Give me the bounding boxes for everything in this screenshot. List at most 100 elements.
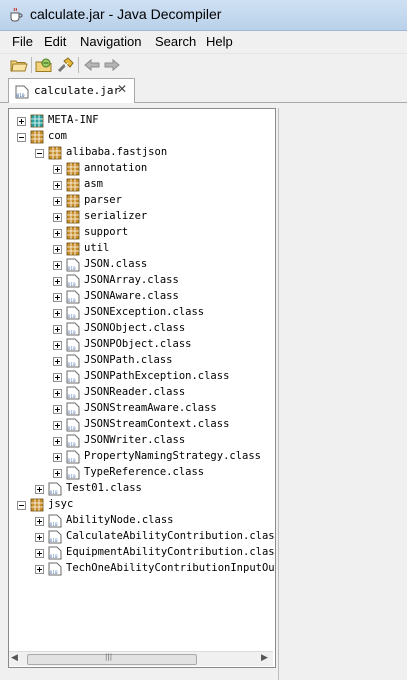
class-tree-item[interactable]: 010 JSONArray.class xyxy=(9,273,275,289)
expand-icon[interactable] xyxy=(35,517,44,526)
class-file-icon: 010 xyxy=(66,418,80,432)
expand-icon[interactable] xyxy=(53,213,62,222)
expand-icon[interactable] xyxy=(35,565,44,574)
expand-icon[interactable] xyxy=(35,549,44,558)
class-tree-item[interactable]: 010 JSONException.class xyxy=(9,305,275,321)
menu-edit[interactable]: Edit xyxy=(44,34,66,49)
back-arrow-icon[interactable] xyxy=(83,57,101,73)
package-icon xyxy=(48,146,62,160)
class-tree-item[interactable]: 010 PropertyNamingStrategy.class xyxy=(9,449,275,465)
package-tree-item[interactable]: com xyxy=(9,129,275,145)
class-tree-item[interactable]: 010 JSONPObject.class xyxy=(9,337,275,353)
expand-icon[interactable] xyxy=(53,357,62,366)
package-tree-item[interactable]: support xyxy=(9,225,275,241)
package-tree-item[interactable]: annotation xyxy=(9,161,275,177)
class-tree-item[interactable]: 010 JSONPath.class xyxy=(9,353,275,369)
tree-item-label: META-INF xyxy=(48,114,99,126)
class-tree-item[interactable]: 010 JSONReader.class xyxy=(9,385,275,401)
package-tree-item[interactable]: META-INF xyxy=(9,113,275,129)
search-flashlight-icon[interactable] xyxy=(56,57,74,73)
class-tree-item[interactable]: 010 JSONStreamContext.class xyxy=(9,417,275,433)
expand-icon[interactable] xyxy=(53,405,62,414)
class-tree-item[interactable]: 010 JSONWriter.class xyxy=(9,433,275,449)
menu-help[interactable]: Help xyxy=(206,34,233,49)
expand-icon[interactable] xyxy=(53,437,62,446)
class-file-icon: 010 xyxy=(66,434,80,448)
package-tree-item[interactable]: alibaba.fastjson xyxy=(9,145,275,161)
close-icon[interactable]: ✕ xyxy=(117,82,127,96)
forward-arrow-icon[interactable] xyxy=(103,57,121,73)
tree-item-label: EquipmentAbilityContribution.class xyxy=(66,546,276,558)
expand-icon[interactable] xyxy=(53,389,62,398)
class-tree-item[interactable]: 010 JSONStreamAware.class xyxy=(9,401,275,417)
tree-item-label: parser xyxy=(84,194,122,206)
package-tree-item[interactable]: jsyc xyxy=(9,497,275,513)
class-file-icon: 010 xyxy=(66,274,80,288)
svg-text:010: 010 xyxy=(68,266,76,272)
class-file-icon: 010 xyxy=(66,306,80,320)
menu-bar: File Edit Navigation Search Help xyxy=(0,31,407,53)
tree-item-label: JSONStreamAware.class xyxy=(84,402,217,414)
tree-item-label: CalculateAbilityContribution.class xyxy=(66,530,276,542)
svg-text:010: 010 xyxy=(68,314,76,320)
expand-icon[interactable] xyxy=(53,245,62,254)
expand-icon[interactable] xyxy=(53,197,62,206)
expand-icon[interactable] xyxy=(53,469,62,478)
class-tree-item[interactable]: 010 JSONPathException.class xyxy=(9,369,275,385)
toolbar-separator xyxy=(31,57,32,73)
collapse-icon[interactable] xyxy=(17,133,26,142)
svg-text:010: 010 xyxy=(68,378,76,384)
package-tree-item[interactable]: parser xyxy=(9,193,275,209)
collapse-icon[interactable] xyxy=(35,149,44,158)
svg-text:010: 010 xyxy=(50,538,58,544)
tab-calculate-jar[interactable]: 010 calculate.jar ✕ xyxy=(8,78,135,103)
expand-icon[interactable] xyxy=(53,421,62,430)
class-tree-item[interactable]: 010 AbilityNode.class xyxy=(9,513,275,529)
menu-navigation[interactable]: Navigation xyxy=(80,34,141,49)
expand-icon[interactable] xyxy=(35,533,44,542)
svg-text:010: 010 xyxy=(68,442,76,448)
expand-icon[interactable] xyxy=(53,453,62,462)
package-tree-item[interactable]: util xyxy=(9,241,275,257)
class-tree-item[interactable]: 010 JSONObject.class xyxy=(9,321,275,337)
expand-icon[interactable] xyxy=(53,373,62,382)
menu-search[interactable]: Search xyxy=(155,34,196,49)
class-file-icon: 010 xyxy=(66,386,80,400)
collapse-icon[interactable] xyxy=(17,501,26,510)
class-tree-item[interactable]: 010 JSONAware.class xyxy=(9,289,275,305)
open-folder-icon[interactable] xyxy=(10,57,28,73)
svg-text:010: 010 xyxy=(68,458,76,464)
expand-icon[interactable] xyxy=(53,325,62,334)
expand-icon[interactable] xyxy=(53,293,62,302)
package-tree-item[interactable]: asm xyxy=(9,177,275,193)
expand-icon[interactable] xyxy=(53,309,62,318)
toolbar-separator xyxy=(78,57,79,73)
grip-icon: ||| xyxy=(105,653,113,661)
menu-file[interactable]: File xyxy=(12,34,33,49)
expand-icon[interactable] xyxy=(53,261,62,270)
scroll-left-arrow-icon[interactable]: ◀ xyxy=(11,653,18,663)
expand-icon[interactable] xyxy=(53,181,62,190)
class-tree-item[interactable]: 010 Test01.class xyxy=(9,481,275,497)
tree-item-label: serializer xyxy=(84,210,148,222)
class-tree-item[interactable]: 010 CalculateAbilityContribution.class xyxy=(9,529,276,545)
class-tree-item[interactable]: 010 JSON.class xyxy=(9,257,275,273)
class-tree-item[interactable]: 010 EquipmentAbilityContribution.class xyxy=(9,545,276,561)
tree-item-label: TechOneAbilityContributionInputOutput xyxy=(66,562,275,574)
title-bar[interactable]: calculate.jar - Java Decompiler xyxy=(0,0,407,31)
expand-icon[interactable] xyxy=(17,117,26,126)
package-tree-item[interactable]: serializer xyxy=(9,209,275,225)
scroll-right-arrow-icon[interactable]: ▶ xyxy=(261,653,268,663)
browse-type-icon[interactable] xyxy=(35,57,53,73)
expand-icon[interactable] xyxy=(35,485,44,494)
expand-icon[interactable] xyxy=(53,341,62,350)
expand-icon[interactable] xyxy=(53,165,62,174)
class-tree-item[interactable]: 010 TechOneAbilityContributionInputOutput xyxy=(9,561,275,577)
tree-item-label: asm xyxy=(84,178,103,190)
expand-icon[interactable] xyxy=(53,229,62,238)
content-pane xyxy=(278,108,407,680)
class-tree-item[interactable]: 010 TypeReference.class xyxy=(9,465,275,481)
package-tree-panel[interactable]: META-INF com alibaba.fastjson annotation asm… xyxy=(8,108,276,668)
expand-icon[interactable] xyxy=(53,277,62,286)
horizontal-scrollbar[interactable]: ◀ ||| ▶ xyxy=(9,651,273,666)
